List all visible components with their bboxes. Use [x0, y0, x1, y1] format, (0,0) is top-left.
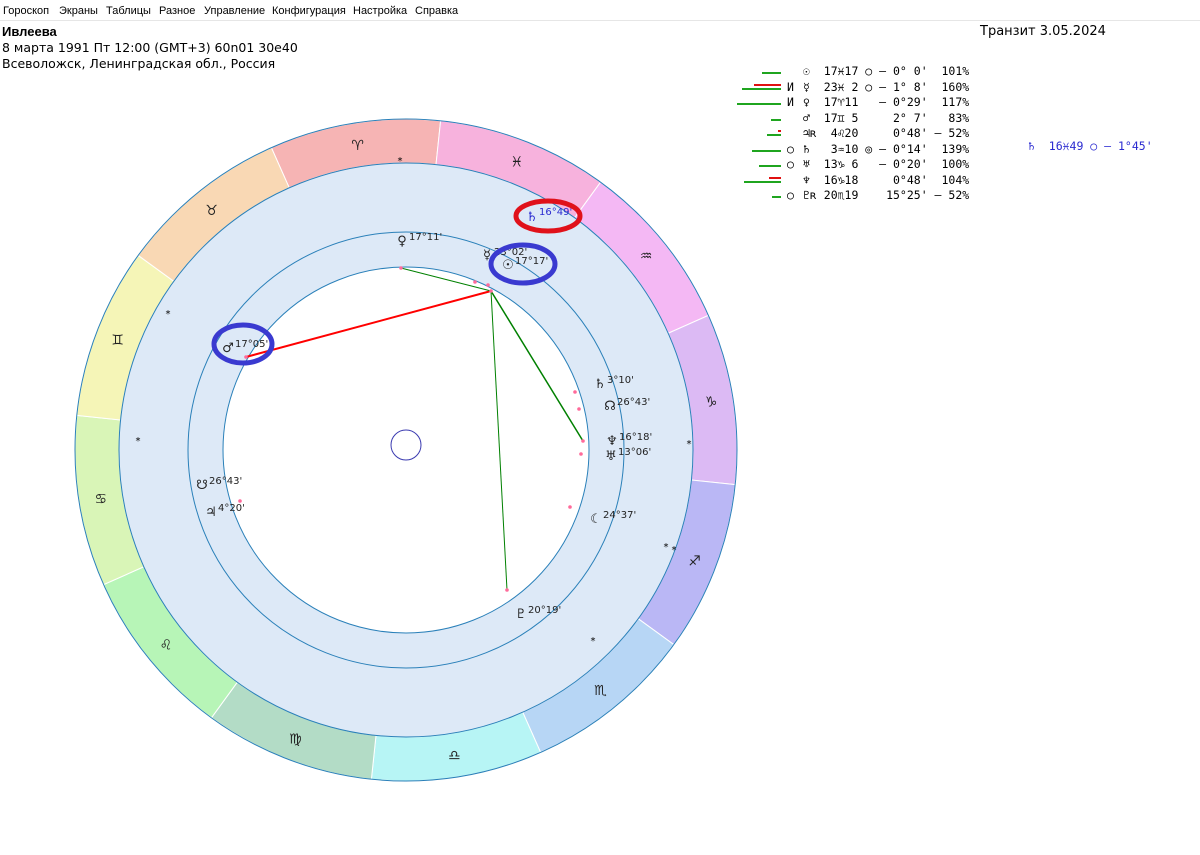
- planet-marker: [579, 452, 583, 456]
- planet-marker: [473, 280, 477, 284]
- fixed-star: *: [166, 309, 171, 320]
- venus-degree-label: 17°11': [409, 232, 442, 243]
- uranus-degree-label: 13°06': [618, 447, 651, 458]
- planet-marker: [486, 283, 490, 287]
- zodiac-sign-glyph: ♉: [205, 203, 218, 219]
- south-node-icon: ☋: [196, 478, 208, 493]
- mars-degree-label: 17°05': [235, 339, 268, 350]
- fixed-star: *: [136, 436, 141, 447]
- pluto-icon: ♇: [515, 607, 527, 622]
- zodiac-sign-glyph: ♋: [95, 491, 108, 507]
- zodiac-sign-glyph: ♏: [594, 683, 607, 699]
- mars-icon: ♂: [222, 341, 234, 356]
- planet-marker: [573, 390, 577, 394]
- zodiac-sign-glyph: ♍: [289, 731, 302, 747]
- fixed-star: *: [687, 439, 692, 450]
- saturn-icon: ♄: [594, 377, 606, 392]
- planet-marker: [399, 266, 403, 270]
- uranus-icon: ♅: [605, 449, 617, 464]
- jupiter-degree-label: 4°20': [218, 503, 245, 514]
- chart-wheel: ♈♓♒♑♐♏♎♍♌♋♊♉ ♀ 17°11'☿ 23°02'☉ 17°17'♂ 17°05…: [74, 118, 738, 782]
- zodiac-sign-glyph: ♊: [111, 332, 124, 348]
- south-node-degree-label: 26°43': [209, 476, 242, 487]
- transit-saturn-degree-label: 16°49': [539, 207, 572, 218]
- zodiac-sign-glyph: ♐: [688, 554, 701, 570]
- planet-marker: [505, 588, 509, 592]
- pluto-degree-label: 20°19': [528, 605, 561, 616]
- venus-icon: ♀: [397, 234, 407, 249]
- zodiac-sign-glyph: ♎: [448, 748, 461, 764]
- lilith-degree-label: 24°37': [603, 510, 636, 521]
- fixed-star: *: [664, 542, 669, 553]
- transit-saturn-icon: ♄: [526, 210, 538, 225]
- planet-marker: [244, 355, 248, 359]
- jupiter-icon: ♃: [205, 505, 217, 520]
- inner-plot-area: [222, 266, 590, 634]
- neptune-icon: ♆: [606, 434, 618, 449]
- neptune-degree-label: 16°18': [619, 432, 652, 443]
- planet-marker: [568, 505, 572, 509]
- saturn-degree-label: 3°10': [607, 375, 634, 386]
- sun-degree-label: 17°17': [515, 256, 548, 267]
- sun-icon: ☉: [502, 258, 514, 273]
- planet-marker: [581, 439, 585, 443]
- node-degree-label: 26°43': [617, 397, 650, 408]
- zodiac-sign-glyph: ♓: [510, 155, 523, 171]
- zodiac-sign-glyph: ♑: [705, 395, 718, 411]
- zodiac-sign-glyph: ♈: [351, 138, 364, 154]
- fixed-star: *: [398, 156, 403, 167]
- lilith-icon: ☾: [590, 512, 602, 527]
- zodiac-sign-glyph: ♌: [160, 637, 173, 653]
- fixed-star: *: [672, 545, 677, 556]
- node-icon: ☊: [604, 399, 616, 414]
- planet-marker: [577, 407, 581, 411]
- planet-marker: [489, 289, 493, 293]
- zodiac-sign-glyph: ♒: [640, 249, 653, 265]
- fixed-star: *: [591, 636, 596, 647]
